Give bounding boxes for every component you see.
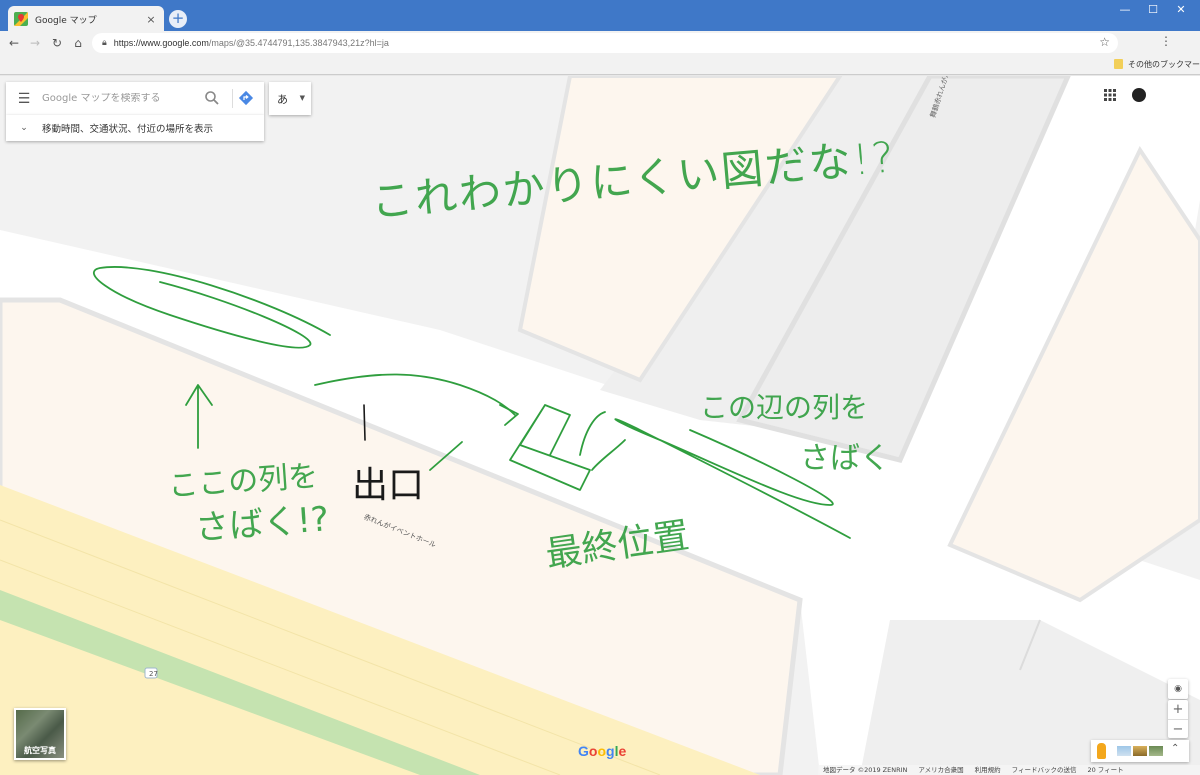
handwritten-right-note-1: この辺の列を <box>700 391 869 424</box>
tab-close-icon[interactable]: × <box>144 13 158 26</box>
terms-link[interactable]: 利用規約 <box>975 765 1001 775</box>
forward-arrow-icon[interactable]: → <box>27 35 43 51</box>
satellite-toggle[interactable]: 航空写真 <box>14 708 66 760</box>
close-window-button[interactable]: ✕ <box>1168 3 1194 19</box>
home-icon[interactable]: ⌂ <box>70 35 86 51</box>
country-link[interactable]: アメリカ合衆国 <box>918 765 963 775</box>
tab-title: Google マップ <box>35 15 97 26</box>
handwritten-left-note-2: さばく!? <box>194 499 331 549</box>
maximize-button[interactable]: ☐ <box>1140 3 1166 19</box>
chevron-down-icon: ⌄ <box>20 123 28 133</box>
language-label: あ <box>277 92 288 106</box>
ink-slash <box>429 441 463 471</box>
directions-icon[interactable] <box>238 90 254 106</box>
zoom-control: + − <box>1168 700 1188 738</box>
ink-tick-mark <box>363 404 366 441</box>
handwritten-exit: 出口 <box>352 465 425 506</box>
pegman-icon[interactable] <box>1097 743 1106 759</box>
map-search-box: ☰ <box>6 82 264 115</box>
ink-up-arrow <box>185 384 213 449</box>
folder-icon <box>1114 59 1123 69</box>
map-data-credit: 地図データ ©2019 ZENRIN <box>823 766 908 774</box>
google-logo: Google <box>578 743 627 759</box>
suggestion-text: 移動時間、交通状況、付近の場所を表示 <box>42 124 214 135</box>
reload-icon[interactable]: ↻ <box>49 35 65 51</box>
imagery-bar: ⌃ <box>1091 740 1189 762</box>
account-avatar-icon[interactable] <box>1132 88 1146 102</box>
ink-box-shape <box>509 404 591 491</box>
search-divider <box>232 89 233 108</box>
expand-icon[interactable]: ⌃ <box>1171 743 1179 754</box>
back-arrow-icon[interactable]: ← <box>6 35 22 51</box>
ink-loop-upper-left <box>93 266 331 349</box>
search-icon[interactable] <box>204 90 220 106</box>
imagery-thumb-3[interactable] <box>1149 746 1163 756</box>
scale-label[interactable]: 20 フィート <box>1087 765 1123 775</box>
browser-menu-icon[interactable]: ⋮ <box>1160 34 1172 48</box>
language-button[interactable]: あ ▼ <box>269 82 311 115</box>
url-host: https://www.google.com <box>113 38 209 48</box>
caret-down-icon: ▼ <box>299 94 305 102</box>
browser-titlebar: Google マップ × + — ☐ ✕ <box>0 0 1200 32</box>
suggestion-bar[interactable]: ⌄ 移動時間、交通状況、付近の場所を表示 <box>6 115 264 141</box>
google-maps-favicon-icon <box>14 12 28 26</box>
url-text: https://www.google.com/maps/@35.4744791,… <box>114 38 389 48</box>
feedback-link[interactable]: フィードバックの送信 <box>1012 765 1077 775</box>
address-bar[interactable]: 🔒︎ https://www.google.com/maps/@35.47447… <box>92 33 1118 53</box>
handwritten-right-note-2: さばく <box>800 441 890 476</box>
bookmark-star-icon[interactable]: ☆ <box>1099 35 1110 49</box>
url-path: /maps/@35.4744791,135.3847943,21z?hl=ja <box>208 38 389 48</box>
zoom-in-button[interactable]: + <box>1168 700 1188 719</box>
satellite-label: 航空写真 <box>24 746 56 755</box>
browser-tab[interactable]: Google マップ × <box>8 6 164 32</box>
bookmarks-bar: その他のブックマーク <box>0 55 1200 75</box>
lock-icon: 🔒︎ <box>102 38 107 48</box>
my-location-icon[interactable]: ◉ <box>1168 679 1188 699</box>
other-bookmarks[interactable]: その他のブックマーク <box>1128 59 1200 70</box>
new-tab-button[interactable]: + <box>169 10 187 28</box>
map-search-input[interactable] <box>42 93 192 104</box>
browser-toolbar: ← → ↻ ⌂ 🔒︎ https://www.google.com/maps/@… <box>0 31 1200 55</box>
ink-arrow-curve <box>314 373 516 416</box>
minimize-button[interactable]: — <box>1112 3 1138 19</box>
imagery-thumb-1[interactable] <box>1117 746 1131 756</box>
map-canvas[interactable]: 27 赤れんがイベントホール 舞鶴赤れんがパー これわかりにくい図だな!? ここ… <box>0 76 1200 775</box>
apps-grid-icon[interactable] <box>1104 89 1116 101</box>
menu-icon[interactable]: ☰ <box>6 91 42 107</box>
imagery-thumb-2[interactable] <box>1133 746 1147 756</box>
zoom-out-button[interactable]: − <box>1168 719 1188 738</box>
map-footer: 地図データ ©2019 ZENRIN アメリカ合衆国 利用規約 フィードバックの… <box>818 765 1200 775</box>
